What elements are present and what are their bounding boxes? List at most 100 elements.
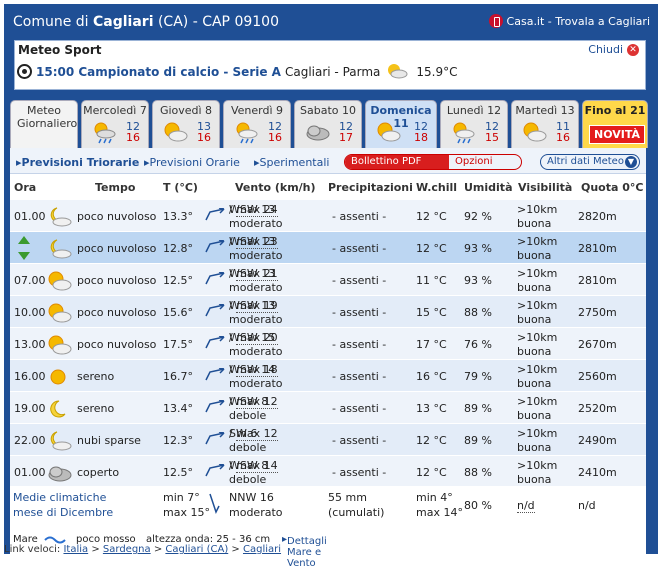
tab-label[interactable]: Meteo Giornaliero	[11, 104, 77, 130]
cell-vis: >10km	[517, 267, 558, 280]
close-label[interactable]: Chiudi	[588, 43, 623, 56]
table-header: Ora Tempo T (°C) Vento (km/h) Precipitaz…	[10, 178, 646, 198]
crumb-city[interactable]: Cagliari	[243, 544, 281, 555]
sun-cloud-icon	[45, 270, 73, 295]
cell-vis-desc: buona	[517, 473, 552, 486]
tab-day-3[interactable]: Venerdì 9 12 16	[223, 100, 291, 148]
cell-quota: 2670m	[578, 338, 617, 351]
altri-label[interactable]: Altri dati Meteo	[547, 156, 624, 167]
cell-umidita: 79 %	[464, 370, 492, 383]
casa-link-label[interactable]: Casa.it - Trovala a Cagliari	[507, 15, 650, 28]
col-umidita: Umidità	[464, 181, 513, 194]
cell-wind-desc: debole	[229, 409, 267, 422]
col-ora: Ora	[14, 181, 37, 194]
col-vento: Vento (km/h)	[235, 181, 316, 194]
wind-arrow-icon	[206, 492, 222, 519]
table-row[interactable]: 07.00 poco nuvoloso 12.5° WSW 13 / max 21 mo…	[10, 264, 646, 296]
tab-sperimentali[interactable]: Sperimentali	[254, 156, 330, 169]
forecast-subnav: Previsioni Triorarie Previsioni Orarie S…	[10, 148, 646, 174]
table-row[interactable]: 13.00 poco nuvoloso 17.5° WSW 15 / max 20 mo…	[10, 328, 646, 360]
table-row[interactable]: 16.00 sereno 16.7° WSW 14 / max 18 moderato -…	[10, 360, 646, 392]
cell-wind-desc: moderato	[229, 249, 283, 262]
chevron-down-icon[interactable]: ▼	[625, 156, 637, 168]
event-temp: 15.9°C	[416, 64, 458, 79]
cell-temp: 12.8°	[163, 242, 193, 255]
tab-label[interactable]: Mercoledì 7	[82, 104, 148, 117]
novita-badge[interactable]: NOVITÀ	[589, 125, 646, 144]
tab-label[interactable]: Martedì 13	[512, 104, 578, 117]
cell-wind-desc: moderato	[229, 281, 283, 294]
cell-vis: >10km	[517, 363, 558, 376]
medie-month[interactable]: mese di Dicembre	[13, 506, 113, 519]
medie-wind-desc: moderato	[229, 506, 283, 519]
tab-label[interactable]: Venerdì 9	[224, 104, 290, 117]
tab-label[interactable]: Lunedì 12	[441, 104, 507, 117]
bollettino-pdf-button[interactable]: Bollettino PDF	[345, 155, 449, 169]
opzioni-button[interactable]: Opzioni	[449, 155, 492, 169]
cell-wind: WSW 13 / max 21	[229, 267, 278, 281]
page-title: Comune di Cagliari (CA) - CAP 09100	[13, 14, 279, 30]
cell-wchill: 12 °C	[416, 466, 447, 479]
cell-quota: 2490m	[578, 434, 617, 447]
cloud-icon	[303, 121, 331, 146]
wind-arrow-icon	[204, 367, 226, 385]
medie-wcmax: max 14°	[416, 506, 463, 519]
col-tempo: Tempo	[95, 181, 136, 194]
tab-previsioni-orarie[interactable]: Previsioni Orarie	[144, 156, 240, 169]
table-row[interactable]: 10.00 poco nuvoloso 15.6° WSW 13 / max 19 mo…	[10, 296, 646, 328]
cell-temp: 12.5°	[163, 274, 193, 287]
crumb-sardegna[interactable]: Sardegna	[103, 544, 151, 555]
tab-day-6[interactable]: Lunedì 12 12 15	[440, 100, 508, 148]
cell-wchill: 12 °C	[416, 210, 447, 223]
meteo-sport-box: Meteo Sport Chiudi ✕ 15:00 Campionato di …	[14, 40, 646, 90]
cell-prec: - assenti -	[332, 242, 387, 255]
tab-day-4[interactable]: Sabato 10 12 17	[294, 100, 362, 148]
wind-dir-speed: WSW 14	[229, 363, 276, 376]
tab-label[interactable]: Fino al 21	[583, 104, 647, 117]
cell-temp: 17.5°	[163, 338, 193, 351]
cell-umidita: 88 %	[464, 306, 492, 319]
tab-label[interactable]: Sabato 10	[295, 104, 361, 117]
tab-tmax: 16	[268, 131, 282, 144]
tab-label[interactable]: Giovedì 8	[153, 104, 219, 117]
tab-day-1[interactable]: Mercoledì 7 12 16	[81, 100, 149, 148]
tab-day-0[interactable]: Meteo Giornaliero	[10, 100, 78, 148]
tab-day-7[interactable]: Martedì 13 11 16	[511, 100, 579, 148]
tab-tmax: 16	[197, 131, 211, 144]
mare-link[interactable]: ▸ Dettagli Mare e Vento	[282, 534, 327, 569]
moon-cloud-icon	[45, 206, 73, 231]
location-header: Comune di Cagliari (CA) - CAP 09100 Casa…	[4, 4, 658, 38]
medie-label[interactable]: Medie climatiche	[13, 491, 106, 504]
table-row[interactable]: 22.00 nubi sparse 12.3° SW 6 / max 12 debole…	[10, 424, 646, 456]
tab-day-2[interactable]: Giovedì 8 13 16	[152, 100, 220, 148]
col-wchill: W.chill	[416, 181, 458, 194]
medie-prec: 55 mm	[328, 491, 367, 504]
crumb-province[interactable]: Cagliari (CA)	[165, 544, 228, 555]
cell-wind: WSW 8 / max 12	[229, 395, 278, 409]
cell-vis: >10km	[517, 459, 558, 472]
cell-vis: >10km	[517, 427, 558, 440]
table-row[interactable]: 19.00 sereno 13.4° WSW 8 / max 12 debole - as…	[10, 392, 646, 424]
cell-vis: >10km	[517, 331, 558, 344]
cell-temp: 16.7°	[163, 370, 193, 383]
tab-previsioni-triorarie[interactable]: Previsioni Triorarie	[16, 156, 140, 169]
table-row[interactable]: 01.00 coperto 12.5° WSW 8 / max 14 debole - a…	[10, 456, 646, 488]
close-button[interactable]: Chiudi ✕	[588, 43, 639, 56]
casa-link[interactable]: Casa.it - Trovala a Cagliari	[488, 14, 650, 28]
cell-wind: WSW 13 / max 24	[229, 203, 278, 217]
sun-cloud-icon	[520, 121, 548, 146]
event-time[interactable]: 15:00 Campionato di calcio - Serie A	[36, 65, 281, 79]
crumb-italia[interactable]: Italia	[63, 544, 88, 555]
close-icon[interactable]: ✕	[627, 43, 639, 56]
altri-dati-meteo-button[interactable]: Altri dati Meteo ▼	[540, 154, 640, 170]
tab-day-8[interactable]: Fino al 21 NOVITÀ	[582, 100, 648, 148]
expand-arrows-icon[interactable]	[17, 235, 30, 261]
wind-arrow-icon	[204, 335, 226, 353]
sun-cloud-icon	[384, 60, 408, 83]
tab-day-5[interactable]: Domenica 11 12 18	[365, 100, 437, 148]
cell-wchill: 11 °C	[416, 274, 447, 287]
cloud-icon	[45, 462, 73, 487]
mare-link-label[interactable]: Dettagli Mare e Vento	[287, 536, 327, 569]
table-row[interactable]: poco nuvoloso 12.8° WSW 13 / max 23 moderat…	[10, 232, 646, 264]
table-row[interactable]: 01.00 poco nuvoloso 13.3° WSW 13 / max 24 mo…	[10, 200, 646, 232]
